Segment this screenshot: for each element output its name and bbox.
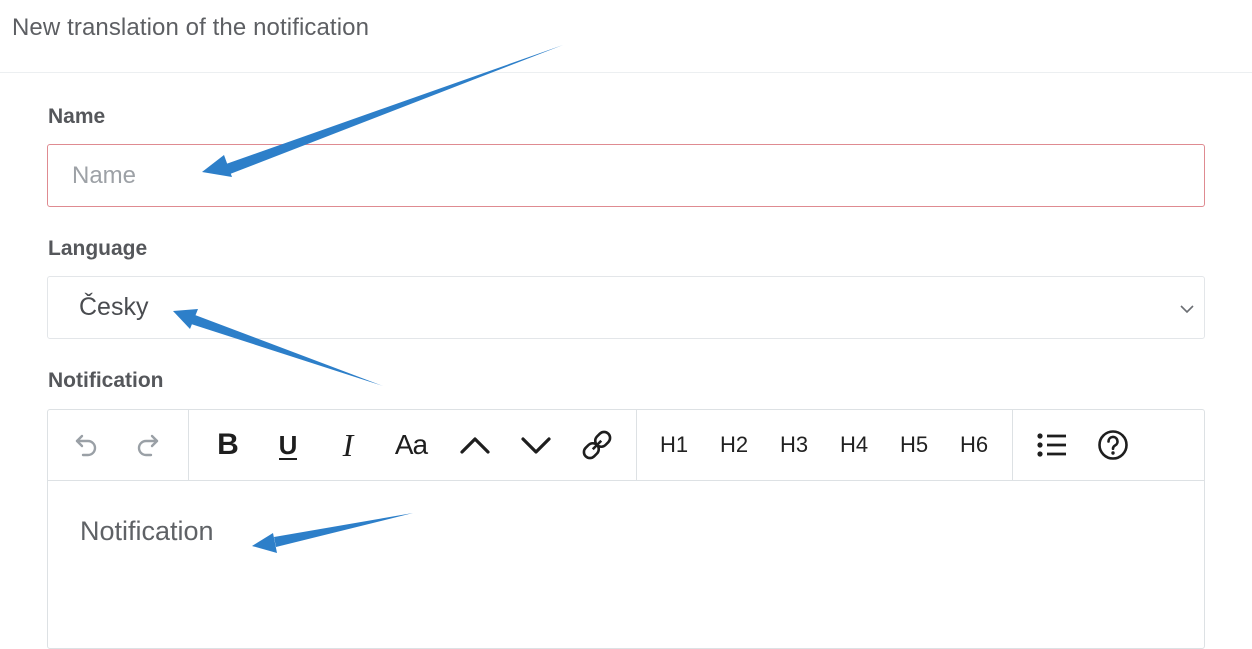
bullet-list-icon — [1037, 433, 1066, 457]
heading-5-label: H5 — [899, 432, 929, 457]
redo-icon — [137, 434, 159, 457]
italic-button[interactable]: I — [321, 410, 375, 480]
heading-4-label: H4 — [839, 432, 869, 457]
font-size-button[interactable]: Aa — [384, 410, 438, 480]
heading-1-label: H1 — [659, 432, 689, 457]
heading-4-button[interactable]: H4 — [826, 410, 882, 480]
editor-toolbar: B U I Aa H1 H2 H3 H4 H5 H6 — [48, 410, 1204, 481]
heading-5-button[interactable]: H5 — [886, 410, 942, 480]
page-header: New translation of the notification — [0, 0, 1252, 73]
redo-button[interactable] — [123, 410, 177, 480]
language-select[interactable]: Česky — [47, 276, 1205, 339]
name-input[interactable] — [47, 144, 1205, 207]
help-button[interactable] — [1086, 410, 1140, 480]
subscript-icon — [521, 437, 551, 454]
page-title: New translation of the notification — [12, 14, 370, 41]
language-select-value: Česky — [79, 293, 149, 321]
link-icon — [582, 430, 612, 460]
heading-3-button[interactable]: H3 — [766, 410, 822, 480]
heading-2-label: H2 — [719, 432, 749, 457]
chevron-down-icon — [1180, 305, 1194, 314]
heading-6-label: H6 — [959, 432, 989, 457]
help-icon — [1098, 430, 1128, 460]
notification-editor-content[interactable]: Notification — [80, 516, 214, 547]
notification-editor[interactable]: B U I Aa H1 H2 H3 H4 H5 H6 Notification — [47, 409, 1205, 649]
superscript-icon — [460, 437, 490, 454]
toolbar-separator — [1012, 410, 1013, 480]
superscript-button[interactable] — [448, 410, 502, 480]
link-button[interactable] — [570, 410, 624, 480]
heading-6-button[interactable]: H6 — [946, 410, 1002, 480]
italic-icon: I — [342, 426, 354, 463]
underline-button[interactable]: U — [261, 410, 315, 480]
heading-1-button[interactable]: H1 — [646, 410, 702, 480]
notification-label: Notification — [48, 369, 164, 392]
bold-icon: B — [217, 428, 239, 461]
bullet-list-button[interactable] — [1025, 410, 1079, 480]
undo-button[interactable] — [57, 410, 111, 480]
toolbar-separator — [188, 410, 189, 480]
bold-button[interactable]: B — [201, 410, 255, 480]
undo-icon — [75, 434, 97, 457]
heading-3-label: H3 — [779, 432, 809, 457]
subscript-button[interactable] — [509, 410, 563, 480]
underline-glyph: U — [278, 429, 298, 460]
toolbar-separator — [636, 410, 637, 480]
name-label: Name — [48, 105, 106, 128]
language-label: Language — [48, 237, 148, 260]
font-size-icon: Aa — [394, 429, 428, 460]
underline-icon: U — [278, 429, 298, 461]
heading-2-button[interactable]: H2 — [706, 410, 762, 480]
